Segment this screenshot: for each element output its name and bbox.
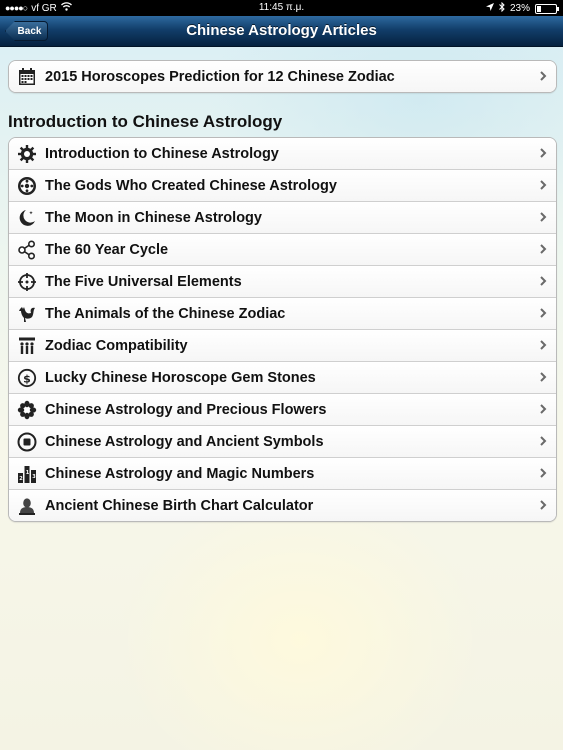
list-item[interactable]: The Gods Who Created Chinese Astrology — [9, 170, 556, 202]
navigation-bar: Back Chinese Astrology Articles — [0, 16, 563, 47]
list-item-label: 2015 Horoscopes Prediction for 12 Chines… — [45, 68, 395, 85]
list-item-label: Ancient Chinese Birth Chart Calculator — [45, 497, 314, 514]
chevron-right-icon — [540, 71, 547, 81]
calendar-icon — [9, 67, 45, 87]
list-item[interactable]: The Moon in Chinese Astrology — [9, 202, 556, 234]
list-item-label: Chinese Astrology and Magic Numbers — [45, 465, 315, 482]
battery-icon — [535, 3, 559, 14]
emblem-icon — [9, 176, 45, 196]
location-icon — [485, 3, 494, 14]
list-item-label: The Moon in Chinese Astrology — [45, 209, 262, 226]
chevron-right-icon — [540, 404, 547, 414]
svg-text:$: $ — [23, 372, 31, 385]
chevron-right-icon — [540, 340, 547, 350]
symbol-icon — [9, 432, 45, 452]
chevron-right-icon — [540, 148, 547, 158]
list-item-2015-horoscopes[interactable]: 2015 Horoscopes Prediction for 12 Chines… — [9, 61, 556, 92]
chevron-right-icon — [540, 500, 547, 510]
list-item-label: Chinese Astrology and Ancient Symbols — [45, 433, 324, 450]
gear-icon — [9, 144, 45, 164]
list-item[interactable]: 213 Chinese Astrology and Magic Numbers — [9, 458, 556, 490]
list-item-label: Zodiac Compatibility — [45, 337, 188, 354]
battery-percent: 23% — [509, 3, 530, 14]
list-item[interactable]: Chinese Astrology and Precious Flowers — [9, 394, 556, 426]
list-item[interactable]: Introduction to Chinese Astrology — [9, 138, 556, 170]
people-icon — [9, 336, 45, 356]
list-item-label: The Five Universal Elements — [45, 273, 242, 290]
person-icon — [9, 496, 45, 516]
crosshair-icon — [9, 272, 45, 292]
featured-list: 2015 Horoscopes Prediction for 12 Chines… — [8, 60, 557, 93]
list-item-label: Chinese Astrology and Precious Flowers — [45, 401, 327, 418]
list-item[interactable]: The Five Universal Elements — [9, 266, 556, 298]
list-item[interactable]: Chinese Astrology and Ancient Symbols — [9, 426, 556, 458]
section-header: Introduction to Chinese Astrology — [8, 112, 283, 131]
chevron-right-icon — [540, 180, 547, 190]
numbers-icon: 213 — [9, 464, 45, 484]
articles-list: Introduction to Chinese Astrology The Go… — [8, 137, 557, 522]
list-item-label: Introduction to Chinese Astrology — [45, 145, 279, 162]
list-item[interactable]: The 60 Year Cycle — [9, 234, 556, 266]
svg-text:1: 1 — [26, 470, 30, 476]
status-time: 11:45 π.μ. — [258, 2, 305, 13]
moon-icon — [9, 208, 45, 228]
list-item-label: The 60 Year Cycle — [45, 241, 169, 258]
chevron-right-icon — [540, 372, 547, 382]
battery-fill — [537, 5, 541, 12]
rooster-icon — [9, 304, 45, 324]
chevron-right-icon — [540, 244, 547, 254]
chevron-right-icon — [540, 308, 547, 318]
list-item[interactable]: $ Lucky Chinese Horoscope Gem Stones — [9, 362, 556, 394]
chevron-right-icon — [540, 436, 547, 446]
flower-icon — [9, 400, 45, 420]
share-nodes-icon — [9, 239, 45, 260]
chevron-right-icon — [540, 468, 547, 478]
coin-icon: $ — [9, 368, 45, 388]
bluetooth-icon — [499, 1, 505, 15]
list-item-label: The Gods Who Created Chinese Astrology — [45, 177, 337, 194]
list-item[interactable]: Zodiac Compatibility — [9, 330, 556, 362]
page-title: Chinese Astrology Articles — [186, 22, 377, 39]
chevron-right-icon — [540, 212, 547, 222]
svg-text:3: 3 — [32, 474, 36, 480]
chevron-right-icon — [540, 276, 547, 286]
list-item[interactable]: The Animals of the Chinese Zodiac — [9, 298, 556, 330]
status-bar: ●●●●○ vf GR 11:45 π.μ. 23% — [0, 0, 563, 16]
list-item-label: The Animals of the Chinese Zodiac — [45, 305, 286, 322]
list-item-label: Lucky Chinese Horoscope Gem Stones — [45, 369, 316, 386]
list-item[interactable]: Ancient Chinese Birth Chart Calculator — [9, 490, 556, 521]
svg-text:2: 2 — [19, 476, 23, 482]
